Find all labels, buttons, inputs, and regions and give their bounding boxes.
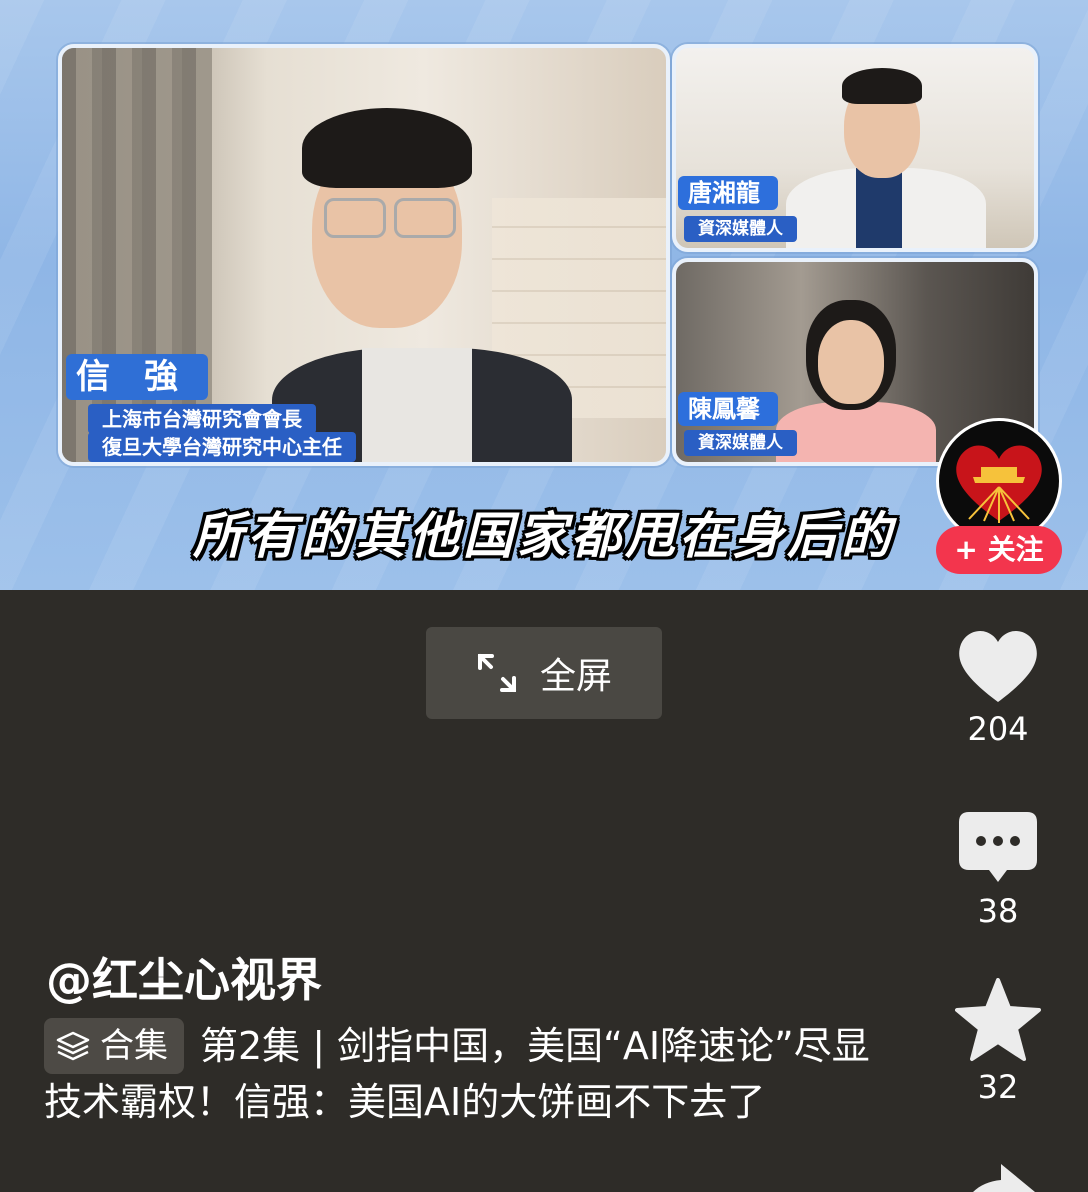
collection-label: 合集 [100, 1026, 168, 1066]
speaker-name-tag: 陳鳳馨 [678, 392, 778, 426]
comment-icon[interactable] [957, 810, 1039, 886]
video-tile-top-right: 唐湘龍 資深媒體人 [672, 44, 1038, 252]
like-action[interactable]: 204 [950, 624, 1046, 748]
video-tile-main: 信 強 上海市台灣研究會會長 復旦大學台灣研究中心主任 [58, 44, 670, 466]
star-icon[interactable] [955, 978, 1041, 1062]
fullscreen-button[interactable]: 全屏 [426, 627, 662, 719]
heart-logo-icon [956, 445, 1042, 523]
share-action[interactable] [950, 1160, 1046, 1192]
comment-count: 38 [977, 892, 1019, 930]
speaker-name-tag: 唐湘龍 [678, 176, 778, 210]
layers-icon [56, 1031, 90, 1061]
comment-action[interactable]: 38 [950, 810, 1046, 930]
heart-icon[interactable] [955, 624, 1041, 704]
fullscreen-label: 全屏 [539, 656, 612, 697]
speaker-title-line1: 上海市台灣研究會會長 [88, 404, 316, 434]
video-frame[interactable]: 信 強 上海市台灣研究會會長 復旦大學台灣研究中心主任 唐湘龍 資深媒體人 陳鳳… [0, 0, 1088, 590]
share-icon[interactable] [955, 1160, 1041, 1192]
speaker-title: 資深媒體人 [684, 216, 797, 242]
expand-icon [477, 654, 516, 692]
speaker-title: 資深媒體人 [684, 430, 797, 456]
speaker-name-tag: 信 強 [66, 354, 208, 400]
follow-button[interactable]: + 关注 [936, 526, 1062, 574]
like-count: 204 [967, 710, 1029, 748]
author-handle[interactable]: @红尘心视界 [46, 944, 322, 1010]
collection-badge[interactable]: 合集 [44, 1018, 184, 1074]
video-subtitle: 所有的其他国家都甩在身后的 [193, 506, 895, 565]
speaker-title-line2: 復旦大學台灣研究中心主任 [88, 432, 356, 462]
favorite-action[interactable]: 32 [950, 978, 1046, 1106]
favorite-count: 32 [977, 1068, 1019, 1106]
video-description[interactable]: 合集 第2集 | 剑指中国，美国“AI降速论”尽显技术霸权！信强：美国AI的大饼… [44, 1018, 884, 1130]
